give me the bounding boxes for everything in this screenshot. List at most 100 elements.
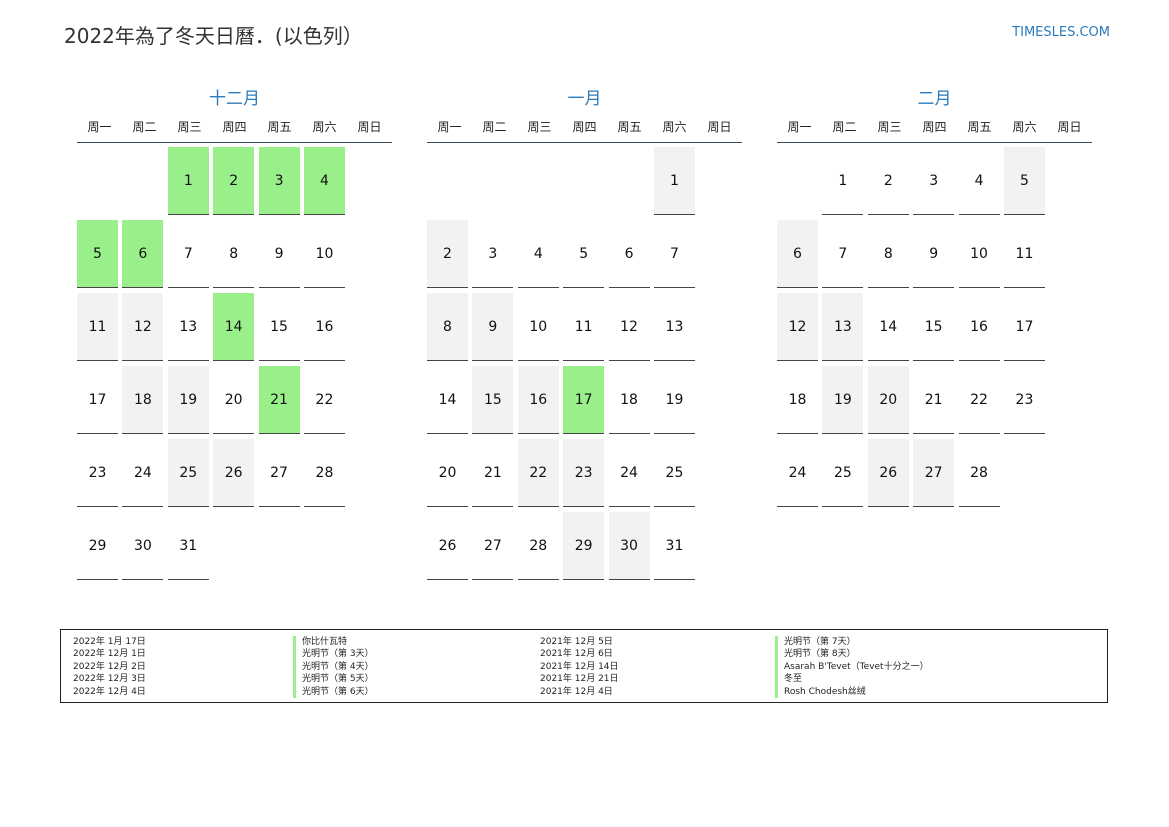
day-cell[interactable]: 16: [958, 293, 1000, 361]
page-title: 2022年為了冬天日曆．(以色列）: [64, 24, 363, 48]
day-cell[interactable]: 5: [77, 220, 118, 288]
day-cell[interactable]: 4: [958, 147, 1000, 215]
day-cell[interactable]: 16: [303, 293, 345, 361]
day-cell[interactable]: 29: [563, 512, 605, 580]
day-cell[interactable]: 30: [122, 512, 164, 580]
day-cell[interactable]: 18: [777, 366, 818, 434]
day-cell[interactable]: 17: [1003, 293, 1045, 361]
day-cell[interactable]: 1: [822, 147, 864, 215]
day-cell[interactable]: 15: [472, 366, 514, 434]
day-cell[interactable]: 11: [77, 293, 118, 361]
day-cell[interactable]: 20: [427, 439, 468, 507]
legend-names-2: 光明节（第 7天） 光明节（第 8天） Asarah B'Tevet（Tevet十分…: [775, 636, 929, 699]
day-cell[interactable]: 20: [213, 366, 255, 434]
day-cell[interactable]: 1: [167, 147, 209, 215]
day-cell[interactable]: 27: [472, 512, 514, 580]
empty-cell: [427, 147, 468, 215]
day-cell[interactable]: 15: [913, 293, 955, 361]
day-cell[interactable]: 6: [777, 220, 818, 288]
day-cell[interactable]: 26: [213, 439, 255, 507]
day-cell[interactable]: 29: [77, 512, 118, 580]
day-cell[interactable]: 1: [653, 147, 695, 215]
day-cell[interactable]: 13: [822, 293, 864, 361]
day-cell[interactable]: 13: [653, 293, 695, 361]
day-cell[interactable]: 15: [258, 293, 300, 361]
day-cell[interactable]: 22: [958, 366, 1000, 434]
day-cell[interactable]: 25: [167, 439, 209, 507]
day-cell[interactable]: 30: [608, 512, 650, 580]
day-cell[interactable]: 5: [1003, 147, 1045, 215]
day-cell[interactable]: 14: [427, 366, 468, 434]
day-cell[interactable]: 20: [867, 366, 909, 434]
day-cell[interactable]: 11: [563, 293, 605, 361]
day-cell[interactable]: 12: [777, 293, 818, 361]
day-cell[interactable]: 22: [303, 366, 345, 434]
legend-entry: 2022年 12月 4日: [73, 686, 146, 697]
day-cell[interactable]: 10: [517, 293, 559, 361]
day-cell[interactable]: 13: [167, 293, 209, 361]
day-cell[interactable]: 9: [258, 220, 300, 288]
day-cell[interactable]: 28: [303, 439, 345, 507]
legend-entry: 2022年 1月 17日: [73, 637, 146, 647]
weekday-label: 周二: [132, 119, 157, 134]
day-cell[interactable]: 28: [517, 512, 559, 580]
day-cell[interactable]: 27: [913, 439, 955, 507]
day-cell[interactable]: 14: [867, 293, 909, 361]
day-cell[interactable]: 25: [822, 439, 864, 507]
day-cell[interactable]: 4: [303, 147, 345, 215]
day-cell[interactable]: 23: [1003, 366, 1045, 434]
day-cell[interactable]: 31: [167, 512, 209, 580]
day-cell[interactable]: 3: [913, 147, 955, 215]
day-cell[interactable]: 21: [258, 366, 300, 434]
day-cell[interactable]: 3: [472, 220, 514, 288]
day-cell[interactable]: 16: [517, 366, 559, 434]
day-cell[interactable]: 23: [77, 439, 118, 507]
day-cell[interactable]: 6: [122, 220, 164, 288]
day-cell[interactable]: 12: [608, 293, 650, 361]
day-cell[interactable]: 8: [213, 220, 255, 288]
day-cell[interactable]: 10: [958, 220, 1000, 288]
day-cell[interactable]: 7: [167, 220, 209, 288]
day-cell[interactable]: 19: [167, 366, 209, 434]
day-cell[interactable]: 2: [867, 147, 909, 215]
day-cell[interactable]: 14: [213, 293, 255, 361]
day-cell[interactable]: 21: [472, 439, 514, 507]
day-cell[interactable]: 28: [958, 439, 1000, 507]
day-cell[interactable]: 3: [258, 147, 300, 215]
day-cell[interactable]: 26: [867, 439, 909, 507]
day-cell[interactable]: 17: [77, 366, 118, 434]
day-cell[interactable]: 27: [258, 439, 300, 507]
day-cell[interactable]: 17: [563, 366, 605, 434]
day-cell[interactable]: 19: [653, 366, 695, 434]
day-cell[interactable]: 5: [563, 220, 605, 288]
day-cell[interactable]: 9: [913, 220, 955, 288]
day-cell[interactable]: 10: [303, 220, 345, 288]
day-cell[interactable]: 26: [427, 512, 468, 580]
day-cell[interactable]: 19: [822, 366, 864, 434]
day-cell[interactable]: 18: [608, 366, 650, 434]
weekday-label: 周五: [967, 119, 992, 134]
day-cell[interactable]: 4: [517, 220, 559, 288]
day-cell[interactable]: 7: [653, 220, 695, 288]
day-cell[interactable]: 18: [122, 366, 164, 434]
day-cell[interactable]: 8: [867, 220, 909, 288]
day-cell[interactable]: 31: [653, 512, 695, 580]
day-cell[interactable]: 24: [122, 439, 164, 507]
site-link[interactable]: TIMESLES.COM: [1012, 25, 1110, 40]
weekday-label: 周日: [357, 119, 382, 134]
day-cell[interactable]: 22: [517, 439, 559, 507]
day-cell[interactable]: 11: [1003, 220, 1045, 288]
day-cell[interactable]: 23: [563, 439, 605, 507]
day-cell[interactable]: 9: [472, 293, 514, 361]
day-cell[interactable]: 8: [427, 293, 468, 361]
day-cell[interactable]: 2: [427, 220, 468, 288]
day-cell[interactable]: 24: [777, 439, 818, 507]
day-cell[interactable]: 24: [608, 439, 650, 507]
day-cell[interactable]: 25: [653, 439, 695, 507]
day-cell[interactable]: 6: [608, 220, 650, 288]
day-cell[interactable]: 12: [122, 293, 164, 361]
day-cell[interactable]: 7: [822, 220, 864, 288]
day-cell[interactable]: 2: [213, 147, 255, 215]
day-cell[interactable]: 21: [913, 366, 955, 434]
legend-dates-1: 2022年 1月 17日 2022年 12月 1日 2022年 12月 2日 2022…: [73, 636, 146, 698]
